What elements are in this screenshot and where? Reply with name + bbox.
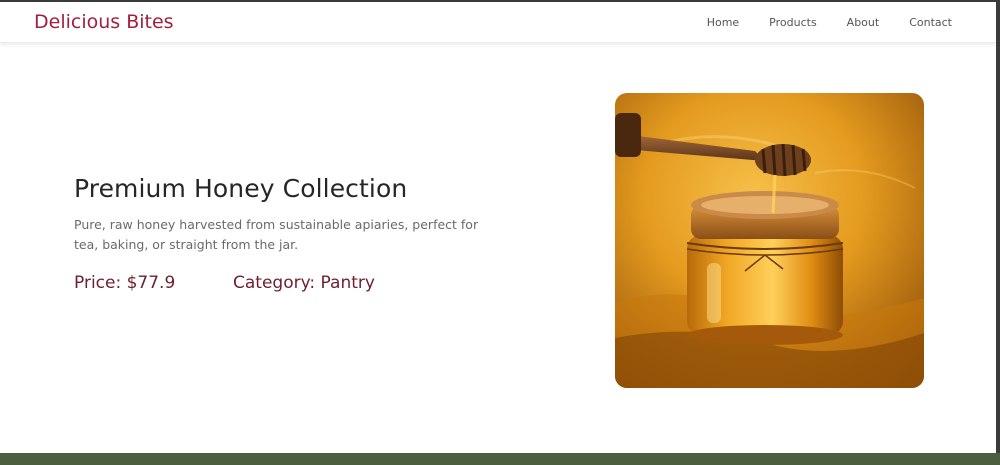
page: Delicious Bites Home Products About Cont… — [0, 2, 1000, 453]
nav-link-home[interactable]: Home — [707, 16, 739, 29]
brand-logo[interactable]: Delicious Bites — [34, 11, 174, 33]
nav-link-contact[interactable]: Contact — [909, 16, 952, 29]
product-details: Premium Honey Collection Pure, raw honey… — [74, 174, 494, 293]
nav-menu: Home Products About Contact — [677, 16, 952, 29]
product-category: Category: Pantry — [233, 273, 375, 293]
product-description: Pure, raw honey harvested from sustainab… — [74, 217, 479, 252]
nav-link-products[interactable]: Products — [769, 16, 817, 29]
honey-jar-photo-icon — [615, 93, 924, 388]
footer-strip — [0, 453, 1000, 465]
product-meta: Price: $77.9 Category: Pantry — [74, 273, 494, 293]
product-title: Premium Honey Collection — [74, 174, 408, 203]
product-price: Price: $77.9 — [74, 273, 176, 293]
nav-link-about[interactable]: About — [847, 16, 880, 29]
navbar: Delicious Bites Home Products About Cont… — [0, 2, 996, 43]
product-image — [615, 93, 924, 388]
